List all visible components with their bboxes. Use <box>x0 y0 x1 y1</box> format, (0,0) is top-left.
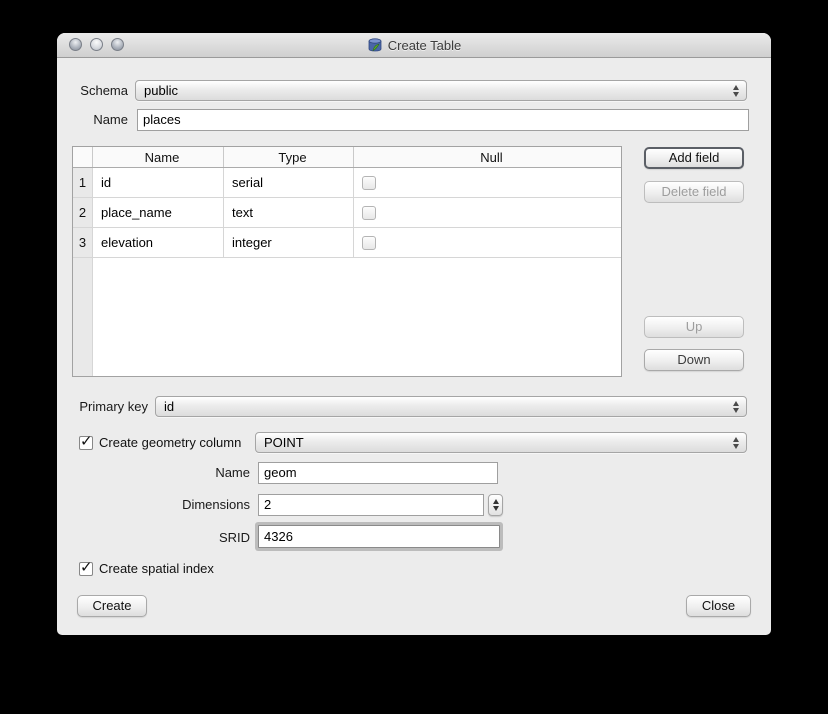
schema-select[interactable]: public <box>135 80 747 101</box>
column-header-name[interactable]: Name <box>93 147 224 167</box>
create-geometry-column-checkbox[interactable] <box>79 436 93 450</box>
null-checkbox[interactable] <box>362 236 376 250</box>
create-spatial-index-label: Create spatial index <box>99 561 214 576</box>
up-button[interactable]: Up <box>644 316 744 338</box>
create-geometry-column-label: Create geometry column <box>99 435 241 450</box>
fields-table-header: Name Type Null <box>73 147 621 168</box>
header-corner-cell <box>73 147 93 167</box>
field-type-cell[interactable]: text <box>224 198 354 227</box>
down-button[interactable]: Down <box>644 349 744 371</box>
schema-label: Schema <box>57 80 128 101</box>
column-header-type[interactable]: Type <box>224 147 354 167</box>
field-type-cell[interactable]: integer <box>224 228 354 257</box>
geometry-name-label: Name <box>117 462 250 484</box>
table-name-label: Name <box>57 109 128 131</box>
table-name-input[interactable]: places <box>137 109 749 131</box>
combo-arrows-icon <box>732 84 740 98</box>
table-row[interactable]: 1 id serial <box>73 168 621 198</box>
field-null-cell[interactable] <box>354 198 621 227</box>
stepper-up-icon <box>493 499 499 504</box>
field-name-cell[interactable]: id <box>93 168 224 197</box>
stepper-down-icon <box>493 506 499 511</box>
create-button[interactable]: Create <box>77 595 147 617</box>
field-null-cell[interactable] <box>354 228 621 257</box>
dimensions-input[interactable]: 2 <box>258 494 484 516</box>
fields-table[interactable]: Name Type Null 1 id serial 2 place_name … <box>72 146 622 377</box>
null-checkbox[interactable] <box>362 176 376 190</box>
null-checkbox[interactable] <box>362 206 376 220</box>
table-row[interactable]: 3 elevation integer <box>73 228 621 258</box>
dimensions-label: Dimensions <box>117 494 250 516</box>
database-icon <box>367 37 383 53</box>
geometry-name-input[interactable]: geom <box>258 462 498 484</box>
schema-selected-value: public <box>144 83 178 98</box>
primary-key-label: Primary key <box>57 396 148 417</box>
table-empty-area <box>73 258 621 376</box>
titlebar[interactable]: Create Table <box>57 33 771 58</box>
combo-arrows-icon <box>732 400 740 414</box>
geometry-type-selected-value: POINT <box>264 435 304 450</box>
window-title: Create Table <box>388 38 461 53</box>
srid-value: 4326 <box>264 529 293 544</box>
field-null-cell[interactable] <box>354 168 621 197</box>
srid-input[interactable]: 4326 <box>258 525 500 548</box>
create-geometry-column-row: Create geometry column <box>79 432 241 453</box>
window-title-wrap: Create Table <box>57 33 771 57</box>
close-button[interactable]: Close <box>686 595 751 617</box>
create-spatial-index-row: Create spatial index <box>79 558 214 579</box>
geometry-name-value: geom <box>264 465 297 480</box>
create-table-dialog: Create Table Schema public Name places N… <box>57 33 771 635</box>
srid-label: SRID <box>117 526 250 549</box>
field-name-cell[interactable]: place_name <box>93 198 224 227</box>
row-number[interactable]: 1 <box>73 168 93 197</box>
table-name-value: places <box>143 112 181 127</box>
field-type-cell[interactable]: serial <box>224 168 354 197</box>
table-row[interactable]: 2 place_name text <box>73 198 621 228</box>
dimensions-stepper[interactable] <box>488 494 503 516</box>
primary-key-selected-value: id <box>164 399 174 414</box>
primary-key-select[interactable]: id <box>155 396 747 417</box>
field-name-cell[interactable]: elevation <box>93 228 224 257</box>
column-header-null[interactable]: Null <box>354 147 621 167</box>
row-number[interactable]: 2 <box>73 198 93 227</box>
dimensions-value: 2 <box>264 497 271 512</box>
geometry-type-select[interactable]: POINT <box>255 432 747 453</box>
row-number[interactable]: 3 <box>73 228 93 257</box>
add-field-button[interactable]: Add field <box>644 147 744 169</box>
create-spatial-index-checkbox[interactable] <box>79 562 93 576</box>
combo-arrows-icon <box>732 436 740 450</box>
delete-field-button[interactable]: Delete field <box>644 181 744 203</box>
